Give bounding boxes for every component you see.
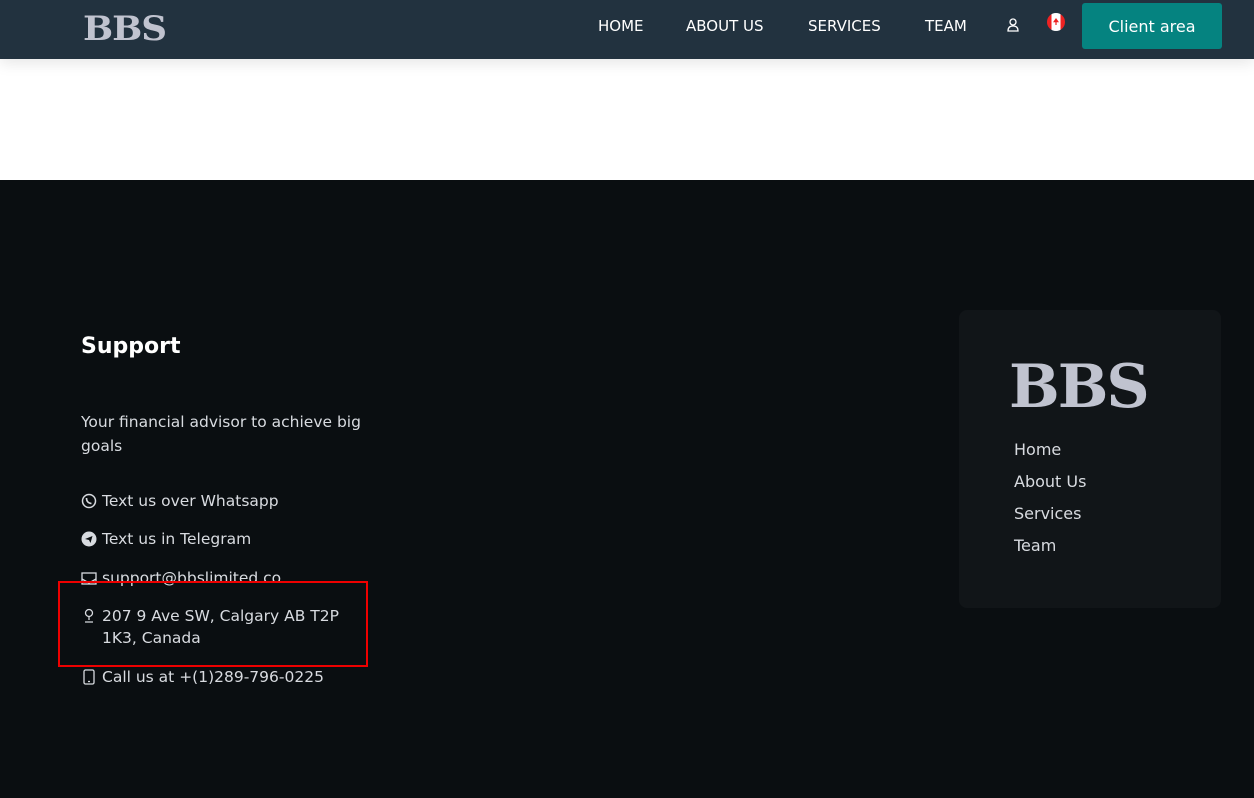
phone-label: Call us at +(1)289-796-0225: [102, 668, 324, 686]
footer-logo: BBS: [1009, 352, 1150, 422]
whatsapp-link[interactable]: Text us over Whatsapp: [81, 490, 361, 512]
telegram-icon: [81, 531, 97, 547]
phone-icon: [83, 669, 95, 685]
footer-link-home[interactable]: Home: [1014, 440, 1061, 459]
footer-nav-card: BBS Home About Us Services Team: [959, 310, 1221, 608]
canada-flag-icon[interactable]: [1047, 13, 1065, 31]
nav-about-us[interactable]: ABOUT US: [686, 17, 764, 35]
footer: Support Your financial advisor to achiev…: [0, 180, 1254, 798]
nav-services[interactable]: SERVICES: [808, 17, 881, 35]
support-title: Support: [81, 334, 181, 359]
logo[interactable]: BBS: [83, 9, 167, 49]
phone-link[interactable]: Call us at +(1)289-796-0225: [81, 666, 361, 688]
whatsapp-label: Text us over Whatsapp: [102, 492, 279, 510]
user-icon[interactable]: [1006, 17, 1020, 33]
nav-team[interactable]: TEAM: [925, 17, 967, 35]
telegram-link[interactable]: Text us in Telegram: [81, 528, 361, 550]
footer-link-team[interactable]: Team: [1014, 536, 1056, 555]
highlight-box: [58, 581, 368, 667]
tagline: Your financial advisor to achieve big go…: [81, 413, 361, 455]
telegram-label: Text us in Telegram: [102, 530, 252, 548]
nav-home[interactable]: HOME: [598, 17, 644, 35]
client-area-button[interactable]: Client area: [1082, 3, 1222, 49]
header: BBS HOME ABOUT US SERVICES TEAM Client a…: [0, 0, 1254, 59]
whatsapp-icon: [81, 493, 97, 509]
footer-link-about-us[interactable]: About Us: [1014, 472, 1086, 491]
footer-link-services[interactable]: Services: [1014, 504, 1081, 523]
